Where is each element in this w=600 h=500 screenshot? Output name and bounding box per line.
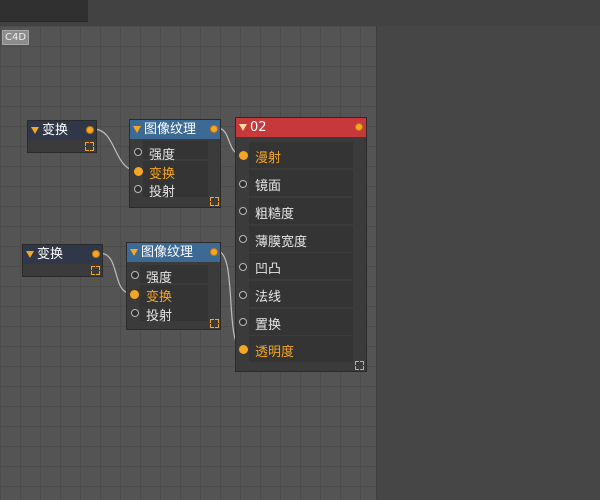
expand-icon[interactable] <box>91 266 100 275</box>
expand-icon[interactable] <box>210 319 219 328</box>
node-title: 02 <box>250 120 267 135</box>
port-label-projection: 投射 <box>149 185 176 200</box>
port-label-film-width: 薄膜宽度 <box>255 235 308 250</box>
input-port-diffuse[interactable] <box>239 151 248 160</box>
output-port[interactable] <box>86 126 94 134</box>
port-label-normal: 法线 <box>255 290 282 305</box>
node-header[interactable]: 变换 <box>28 121 96 140</box>
port-label-specular: 镜面 <box>255 179 282 194</box>
port-label-strength: 强度 <box>149 148 176 163</box>
expand-icon[interactable] <box>210 197 219 206</box>
node-title: 变换 <box>42 123 69 138</box>
input-port-transform[interactable] <box>130 290 139 299</box>
transform-node-2[interactable]: 变换 <box>22 244 103 277</box>
node-header[interactable]: 图像纹理 <box>130 120 220 139</box>
port-label-opacity: 透明度 <box>255 345 295 360</box>
input-port-strength[interactable] <box>131 271 139 279</box>
c4d-badge: C4D <box>2 30 29 45</box>
port-label-transform: 变换 <box>149 167 176 182</box>
output-port[interactable] <box>355 123 363 131</box>
input-port-displacement[interactable] <box>239 318 247 326</box>
node-title: 图像纹理 <box>144 122 197 137</box>
expand-icon[interactable] <box>355 361 364 370</box>
port-label-roughness: 粗糙度 <box>255 207 295 222</box>
port-label-displacement: 置换 <box>255 318 282 333</box>
input-port-strength[interactable] <box>134 148 142 156</box>
input-port-normal[interactable] <box>239 291 247 299</box>
collapse-triangle-icon[interactable] <box>31 127 39 134</box>
collapse-triangle-icon[interactable] <box>130 249 138 256</box>
collapse-triangle-icon[interactable] <box>26 251 34 258</box>
image-texture-node-1[interactable]: 图像纹理 强度 变换 投射 <box>129 119 221 208</box>
input-port-opacity[interactable] <box>239 345 248 354</box>
port-label-bump: 凹凸 <box>255 262 282 277</box>
input-port-roughness[interactable] <box>239 207 247 215</box>
port-label-diffuse: 漫射 <box>255 151 282 166</box>
image-texture-node-2[interactable]: 图像纹理 强度 变换 投射 <box>126 242 221 330</box>
node-title: 变换 <box>37 247 64 262</box>
attributes-panel <box>376 26 600 500</box>
collapse-triangle-icon[interactable] <box>133 126 141 133</box>
output-port[interactable] <box>210 248 218 256</box>
output-port[interactable] <box>92 250 100 258</box>
node-header[interactable]: 图像纹理 <box>127 243 220 262</box>
input-port-transform[interactable] <box>134 167 143 176</box>
port-label-strength: 强度 <box>146 271 173 286</box>
collapse-triangle-icon[interactable] <box>239 124 247 131</box>
input-port-projection[interactable] <box>131 309 139 317</box>
input-port-film-width[interactable] <box>239 235 247 243</box>
port-label-transform: 变换 <box>146 290 173 305</box>
node-header[interactable]: 02 <box>236 118 366 137</box>
top-bar <box>0 0 600 26</box>
node-title: 图像纹理 <box>141 245 194 260</box>
input-port-projection[interactable] <box>134 185 142 193</box>
material-node[interactable]: 02 漫射 镜面 粗糙度 薄膜宽度 凹凸 法线 置换 透明度 <box>235 117 367 372</box>
node-header[interactable]: 变换 <box>23 245 102 264</box>
input-port-specular[interactable] <box>239 180 247 188</box>
output-port[interactable] <box>210 125 218 133</box>
port-label-projection: 投射 <box>146 309 173 324</box>
transform-node-1[interactable]: 变换 <box>27 120 97 153</box>
top-tab[interactable] <box>0 0 88 22</box>
input-port-bump[interactable] <box>239 263 247 271</box>
expand-icon[interactable] <box>85 142 94 151</box>
